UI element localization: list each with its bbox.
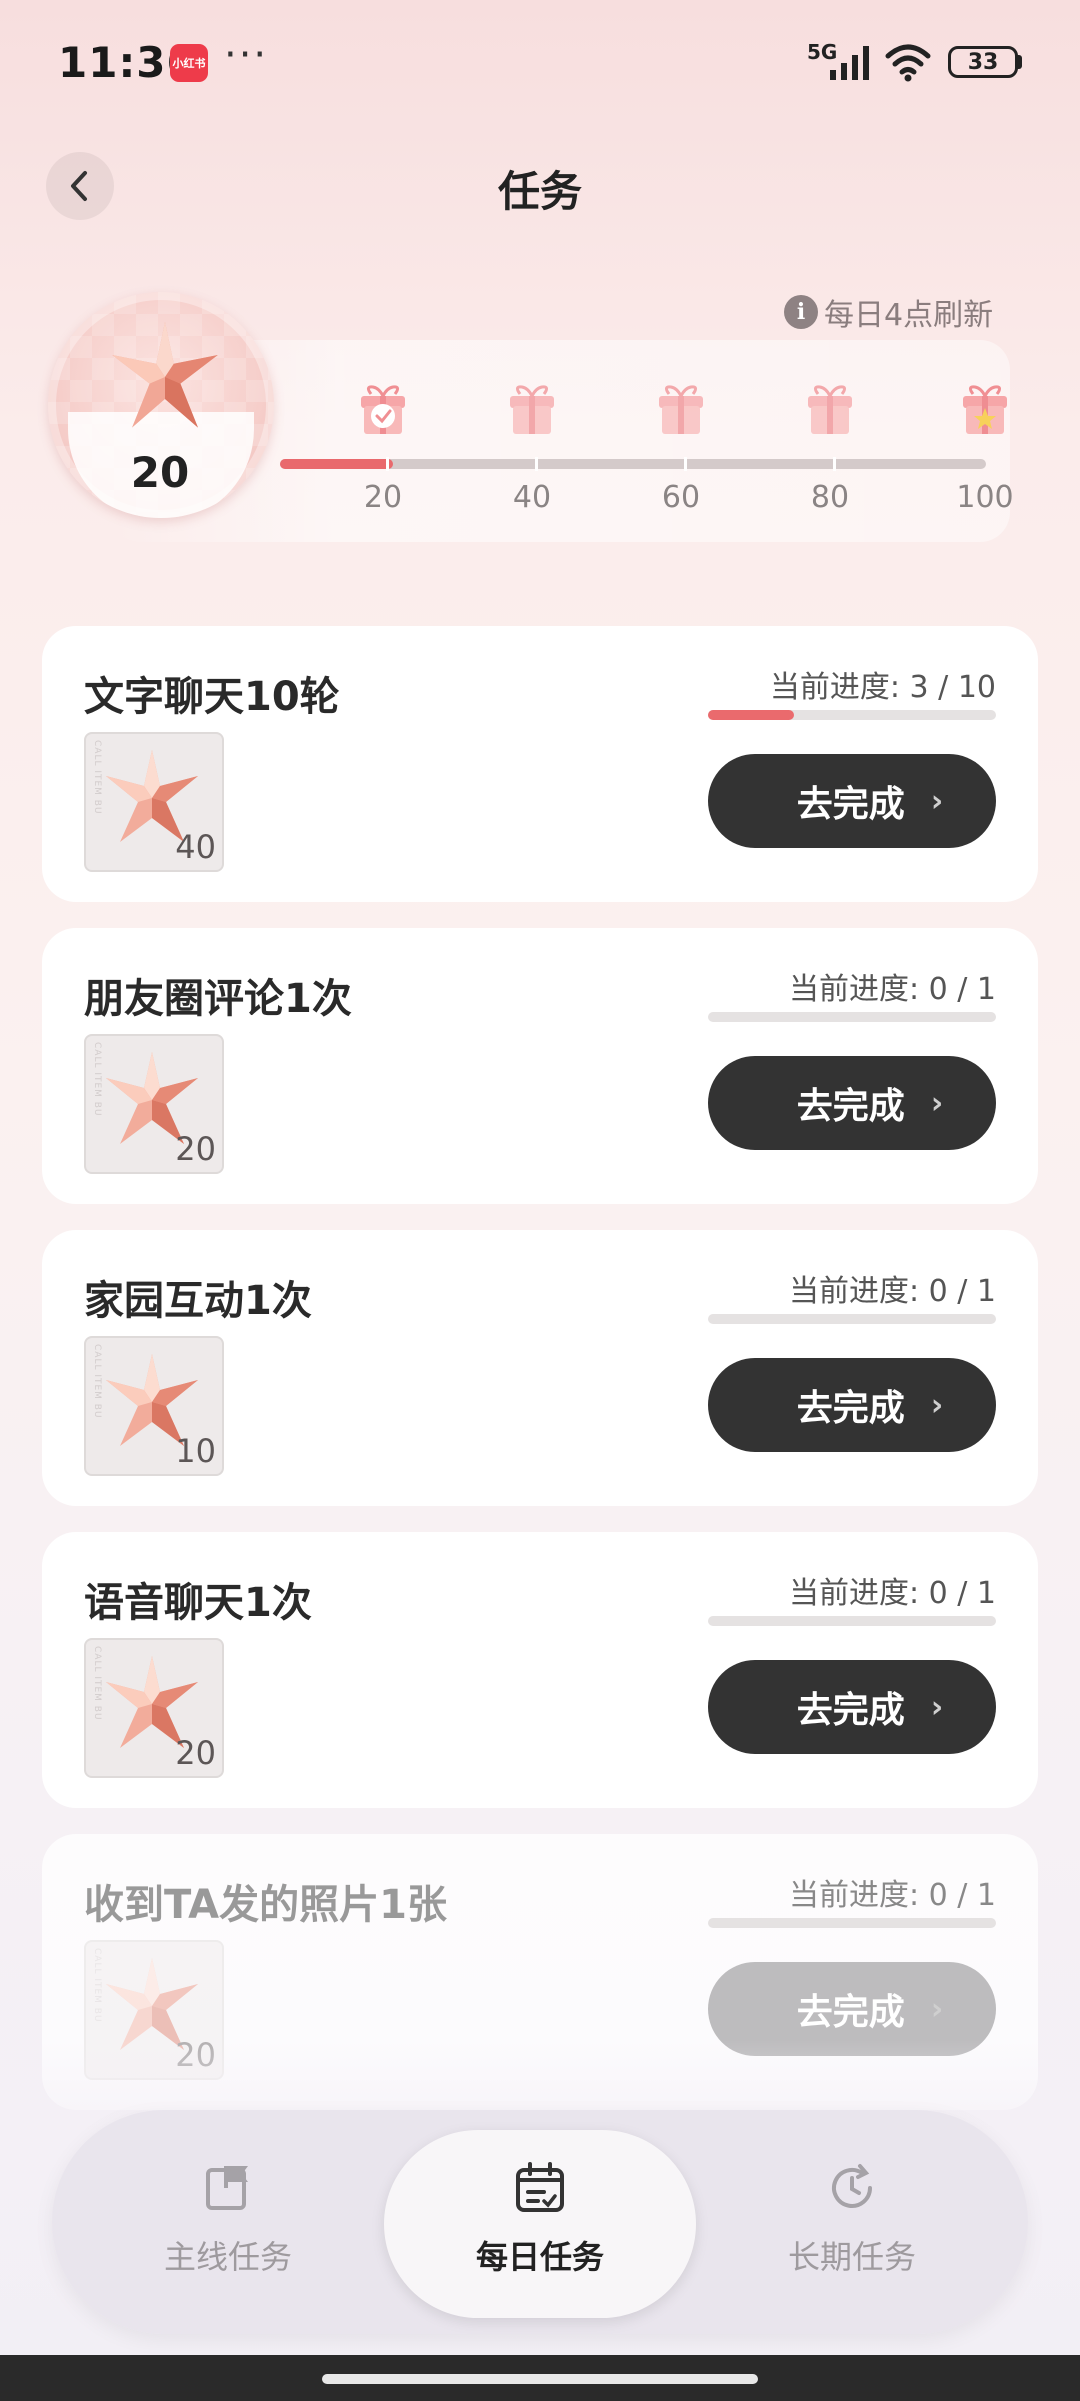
task-progress-bar (708, 1616, 996, 1626)
task-title: 收到TA发的照片1张 (84, 1882, 447, 1928)
milestone-label: 80 (810, 480, 850, 515)
milestone-label: 40 (512, 480, 552, 515)
task-reward-thumb: CALL ITEM BU20 (84, 1034, 224, 1174)
go-complete-button[interactable]: 去完成 › (708, 1358, 996, 1452)
task-progress-fill (708, 710, 794, 720)
clock-refresh-icon (832, 2164, 872, 2208)
milestone-label: 100 (956, 480, 1014, 515)
milestone-label: 60 (661, 480, 701, 515)
task-progress-label: 当前进度: 0 / 1 (789, 1878, 996, 1913)
task-progress-bar (708, 1012, 996, 1022)
nav-label: 每日任务 (475, 2238, 604, 2276)
milestone-label: 20 (363, 480, 403, 515)
milestone-tick (386, 457, 389, 471)
task-card: 文字聊天10轮 CALL ITEM BU 40 当前进度: 3 / 10 去完成 › (42, 626, 1038, 902)
task-reward-value: 20 (175, 1130, 216, 1168)
nav-label: 长期任务 (787, 2238, 916, 2276)
info-icon[interactable]: i (784, 295, 818, 329)
go-complete-button[interactable]: 去完成 › (708, 754, 996, 848)
task-title: 文字聊天10轮 (84, 674, 340, 720)
task-title: 语音聊天1次 (84, 1580, 312, 1626)
task-card: 语音聊天1次 CALL ITEM BU 20 当前进度: 0 / 1 去完成 › (42, 1532, 1038, 1808)
chevron-right-icon: › (930, 1689, 944, 1725)
task-reward-value: 20 (175, 1734, 216, 1772)
task-progress-label: 当前进度: 0 / 1 (789, 1576, 996, 1611)
nav-item-main-tasks[interactable]: 主线任务 (108, 2160, 348, 2278)
calendar-icon (516, 2162, 564, 2212)
task-progress-bar (708, 710, 996, 720)
go-complete-label: 去完成 (796, 1690, 905, 1731)
task-progress-label: 当前进度: 0 / 1 (789, 1274, 996, 1309)
task-card: 家园互动1次 CALL ITEM BU 10 当前进度: 0 / 1 去完成 › (42, 1230, 1038, 1506)
battery-icon (1017, 55, 1022, 69)
chevron-right-icon: › (930, 1085, 944, 1121)
gift-star-icon[interactable] (959, 384, 1011, 438)
refresh-hint: i 每日4点刷新 (784, 290, 993, 334)
task-progress-label: 当前进度: 3 / 10 (769, 670, 996, 705)
task-progress-bar (708, 1314, 996, 1324)
signal-icon (830, 46, 869, 80)
go-complete-button[interactable]: 去完成 › (708, 1056, 996, 1150)
go-complete-label: 去完成 (796, 1086, 905, 1127)
star-icon (112, 322, 218, 428)
go-complete-label: 去完成 (796, 784, 905, 825)
gift-icon[interactable] (506, 384, 558, 438)
task-reward-value: 40 (175, 828, 216, 866)
task-card: 朋友圈评论1次 CALL ITEM BU 20 当前进度: 0 / 1 去完成 › (42, 928, 1038, 1204)
go-complete-label: 去完成 (796, 1388, 905, 1429)
gift-icon[interactable] (655, 384, 707, 438)
task-reward-value: 10 (175, 1432, 216, 1470)
milestone-track-fill (280, 459, 393, 469)
battery-level: 33 (948, 46, 1018, 78)
status-bar: 11:36 小红书 ··· 5G 33 (0, 0, 1080, 125)
milestone-tick (684, 457, 687, 471)
gift-claimed-icon[interactable] (357, 384, 409, 438)
home-indicator[interactable] (322, 2374, 758, 2384)
task-reward-thumb: CALL ITEM BU 40 (84, 732, 224, 872)
milestone-tick (535, 457, 538, 471)
task-reward-thumb: CALL ITEM BU 10 (84, 1336, 224, 1476)
milestone-tick (833, 457, 836, 471)
chevron-right-icon: › (930, 1387, 944, 1423)
nav-label: 主线任务 (163, 2238, 292, 2276)
app-notification-icon: 小红书 (170, 44, 208, 82)
nav-item-long-term-tasks[interactable]: 长期任务 (732, 2160, 972, 2278)
task-progress-bar (708, 1918, 996, 1928)
flag-icon (206, 2166, 248, 2210)
task-title: 朋友圈评论1次 (84, 976, 352, 1022)
wifi-icon (885, 44, 931, 82)
task-progress-label: 当前进度: 0 / 1 (789, 972, 996, 1007)
chevron-right-icon: › (930, 783, 944, 819)
go-complete-button[interactable]: 去完成 › (708, 1660, 996, 1754)
page-title: 任务 (497, 167, 582, 216)
task-title: 家园互动1次 (84, 1278, 312, 1324)
chevron-right-icon: › (930, 1991, 944, 2027)
nav-item-daily-tasks[interactable]: 每日任务 (420, 2160, 660, 2278)
task-reward-thumb: CALL ITEM BU20 (84, 1638, 224, 1778)
gift-icon[interactable] (804, 384, 856, 438)
more-notifications-icon: ··· (224, 32, 269, 78)
go-complete-label: 去完成 (796, 1992, 905, 2033)
refresh-hint-text: 每日4点刷新 (824, 298, 994, 333)
points-value: 20 (130, 448, 190, 497)
